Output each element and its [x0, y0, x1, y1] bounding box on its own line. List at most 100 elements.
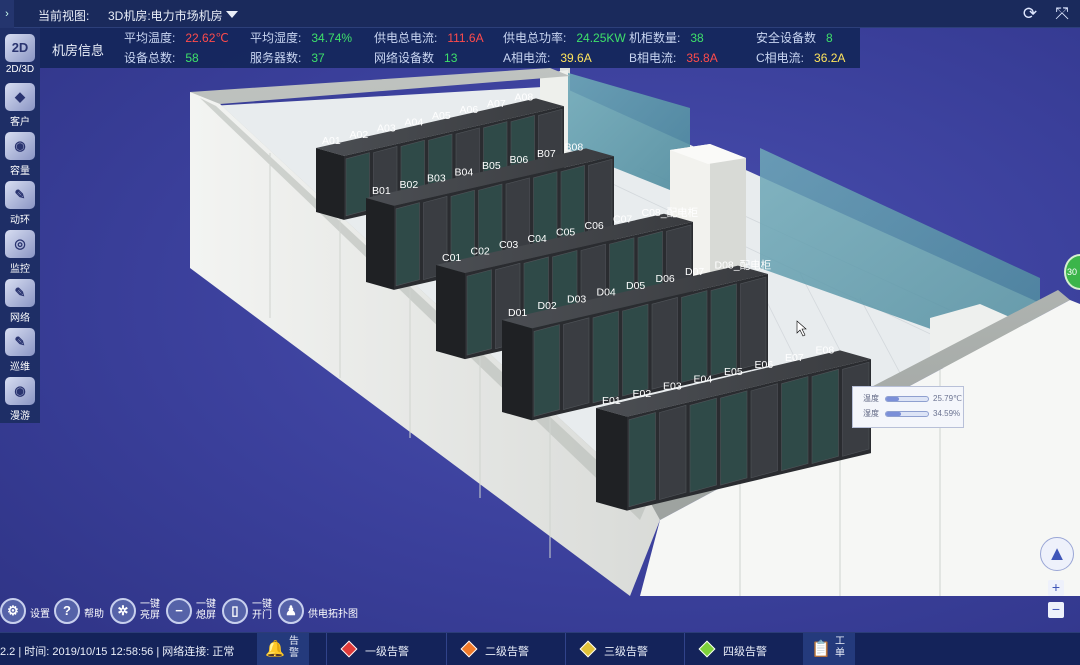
rack-label[interactable]: C03	[499, 239, 518, 251]
compress-icon[interactable]: ⤧	[1052, 4, 1072, 24]
rack-label[interactable]: A03	[377, 123, 396, 135]
bottom-action-label: 供电拓扑图	[308, 609, 358, 620]
compass-icon[interactable]: ▲	[1040, 537, 1074, 571]
rack-label[interactable]: C06	[585, 220, 604, 232]
rack-label[interactable]: A04	[405, 116, 424, 128]
room-3d-scene[interactable]: A01 A02 A03 A04 A05 A06 A07 A08 B01 B02 B03 B04 B05 B…	[40, 68, 1080, 596]
alarm-diamond-icon	[460, 640, 478, 658]
toolbar-item-3[interactable]: ◉ 容量	[2, 130, 38, 177]
rack-label[interactable]: E05	[724, 366, 743, 378]
zoom-in-button[interactable]: +	[1048, 580, 1064, 596]
rack-label[interactable]: A06	[460, 104, 479, 116]
rack-label[interactable]: D05	[626, 280, 645, 292]
chevron-down-icon[interactable]	[226, 11, 238, 18]
rack-label[interactable]: B02	[400, 179, 419, 191]
room-info-title: 机房信息	[52, 43, 105, 58]
screen-off-icon: −	[166, 598, 192, 624]
rack-door[interactable]	[345, 152, 370, 217]
toolbar-item-8[interactable]: ◉ 漫游	[2, 375, 38, 422]
roam-icon: ◉	[5, 377, 35, 405]
bottom-action-label: 帮助	[84, 609, 104, 620]
toolbar-item-7[interactable]: ✎ 巡维	[2, 326, 38, 373]
rack-label[interactable]: A08	[515, 92, 534, 104]
rack-door[interactable]	[681, 290, 708, 383]
rack-label[interactable]: B08	[565, 142, 584, 154]
rack-door[interactable]	[592, 310, 619, 404]
alarm-label: 三级告警	[604, 646, 648, 658]
toolbar-item-2[interactable]: ◆ 客户	[2, 81, 38, 128]
rack-label[interactable]: B06	[510, 154, 529, 166]
rack-label[interactable]: C07	[613, 214, 632, 226]
collapse-toolbar-button[interactable]: ›	[0, 0, 14, 28]
rack-label[interactable]: D03	[567, 293, 586, 305]
stat-label: 平均湿度:	[250, 31, 302, 45]
status-text: 2.2 | 时间: 2019/10/15 12:58:56 | 网络连接: 正常	[0, 646, 235, 658]
rack-label[interactable]: C05	[556, 226, 575, 238]
current-view-select[interactable]: 3D机房:电力市场机房	[108, 7, 223, 24]
rack-door[interactable]	[651, 297, 678, 390]
rack-door[interactable]	[781, 376, 809, 472]
stat-item: 安全设备数 8	[756, 30, 833, 46]
stat-label: 安全设备数	[756, 31, 817, 45]
toolbar-item-6[interactable]: ✎ 网络	[2, 277, 38, 324]
rack-label[interactable]: D04	[597, 287, 616, 299]
rack-label[interactable]: C01	[442, 252, 461, 264]
rack-door[interactable]	[563, 317, 590, 410]
rack-label[interactable]: D06	[656, 273, 675, 285]
rack-label[interactable]: B03	[427, 173, 446, 185]
toolbar-item-4[interactable]: ✎ 动环	[2, 179, 38, 226]
rack-door[interactable]	[689, 397, 717, 493]
rack-label[interactable]: C02	[471, 246, 490, 258]
rack-label[interactable]: B04	[455, 166, 474, 178]
rack-label[interactable]: E04	[694, 373, 713, 385]
rack-label[interactable]: A02	[350, 129, 369, 141]
rack-door[interactable]	[466, 269, 492, 356]
rack-door[interactable]	[740, 276, 767, 370]
rack-label[interactable]: D08_配电柜	[715, 258, 772, 271]
open-door-icon: ▯	[222, 598, 248, 624]
toolbar-item-5[interactable]: ◎ 监控	[2, 228, 38, 275]
rack-label[interactable]: E02	[633, 388, 652, 400]
rack-door[interactable]	[710, 283, 737, 376]
rack-label[interactable]: E03	[663, 381, 682, 393]
stat-item: 网络设备数 13	[374, 50, 457, 66]
rack-label[interactable]: E01	[602, 395, 621, 407]
settings-icon: ⚙	[0, 598, 26, 624]
rack-label[interactable]: E07	[785, 352, 804, 364]
rack-door[interactable]	[533, 324, 560, 417]
stat-item: 服务器数: 37	[250, 50, 325, 66]
rack-door[interactable]	[622, 303, 649, 397]
rack-door[interactable]	[750, 383, 778, 479]
zoom-out-button[interactable]: −	[1048, 602, 1064, 618]
rack-label[interactable]: C04	[528, 233, 547, 245]
toolbar-item-1[interactable]: 2D 2D/3D	[2, 32, 38, 78]
sensor-popup[interactable]: 温度 25.79℃ 湿度 34.59%	[852, 386, 964, 428]
alarm-level-4-button[interactable]: 四级告警	[684, 633, 803, 665]
rack-label[interactable]: A05	[432, 110, 451, 122]
rack-door[interactable]	[720, 390, 748, 486]
rack-label[interactable]: D01	[508, 307, 527, 319]
stat-value: 13	[444, 51, 458, 65]
toolbar-item-label: 网络	[10, 313, 30, 324]
rack-label[interactable]: A01	[322, 135, 341, 147]
rack-label[interactable]: B07	[537, 148, 556, 160]
rack-label[interactable]: D02	[538, 300, 557, 312]
rack-label[interactable]: B05	[482, 160, 501, 172]
rack-label[interactable]: E08	[816, 345, 835, 357]
rack-door[interactable]	[659, 404, 687, 500]
refresh-icon[interactable]: ⟳	[1020, 4, 1040, 24]
rack-label[interactable]: E06	[755, 359, 774, 371]
alarm-button[interactable]: 🔔 告警	[257, 633, 309, 665]
alarm-level-2-button[interactable]: 二级告警	[446, 633, 565, 665]
rack-label[interactable]: A07	[487, 98, 506, 110]
rack-door[interactable]	[628, 412, 656, 508]
rack-label[interactable]: C08_配电柜	[642, 206, 699, 219]
alarm-level-3-button[interactable]: 三级告警	[565, 633, 684, 665]
screen-on-icon: ✲	[110, 598, 136, 624]
workorder-button[interactable]: 📋 工单	[803, 633, 855, 665]
rack-label[interactable]: D07	[685, 266, 704, 278]
alarm-level-1-button[interactable]: 一级告警	[326, 633, 445, 665]
rack-door[interactable]	[811, 368, 839, 464]
rack-door[interactable]	[395, 202, 420, 287]
rack-label[interactable]: B01	[372, 185, 391, 197]
